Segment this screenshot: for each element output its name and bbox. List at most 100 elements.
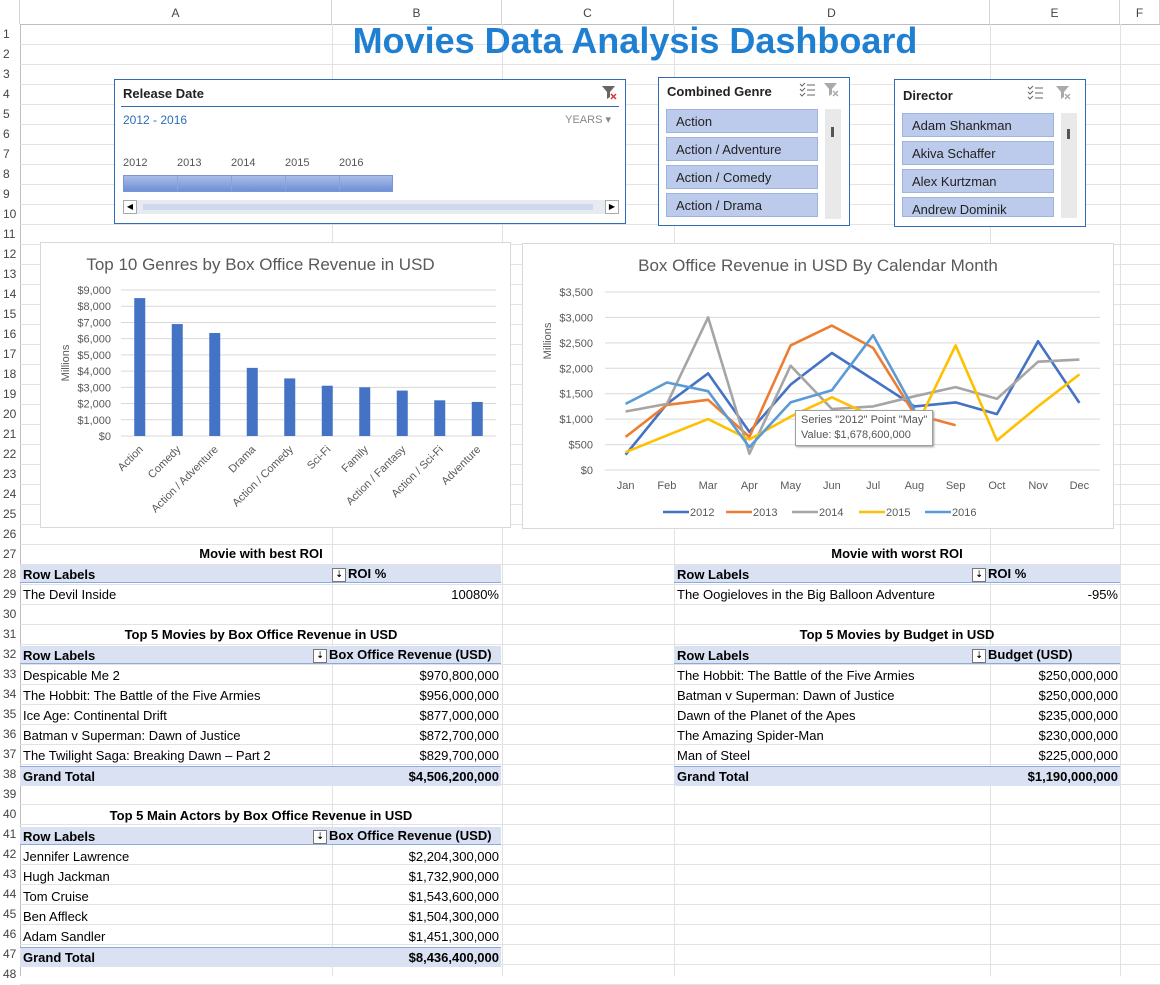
clear-filter-icon[interactable]	[823, 81, 839, 100]
bar[interactable]	[209, 332, 221, 436]
row-header[interactable]: 5	[0, 104, 20, 124]
monthly-line-chart[interactable]: Box Office Revenue in USD By Calendar Mo…	[522, 243, 1114, 529]
row-header[interactable]: 45	[0, 904, 20, 924]
row-header[interactable]: 48	[0, 964, 20, 984]
director-item-andrew-dominik[interactable]: Andrew Dominik	[902, 197, 1054, 217]
row-header[interactable]: 8	[0, 164, 20, 184]
row-header[interactable]: 17	[0, 344, 20, 364]
bar[interactable]	[396, 390, 408, 436]
table-row[interactable]: Dawn of the Planet of the Apes $235,000,0…	[674, 706, 1120, 726]
table-row[interactable]: The Twilight Saga: Breaking Dawn – Part …	[20, 746, 501, 766]
genre-item-action-comedy[interactable]: Action / Comedy	[666, 165, 818, 189]
row-header[interactable]: 9	[0, 184, 20, 204]
clear-filter-icon[interactable]	[1055, 84, 1071, 103]
table-row[interactable]: Ice Age: Continental Drift $877,000,000	[20, 706, 501, 726]
row-header[interactable]: 7	[0, 144, 20, 164]
row-header[interactable]: 29	[0, 584, 20, 604]
filter-icon[interactable]: ⇣	[972, 648, 986, 663]
filter-icon[interactable]: ⇣	[313, 648, 327, 663]
genres-bar-chart[interactable]: Top 10 Genres by Box Office Revenue in U…	[40, 242, 511, 528]
bar[interactable]	[434, 400, 446, 436]
table-row[interactable]: Batman v Superman: Dawn of Justice $250,0…	[674, 686, 1120, 706]
row-header[interactable]: 34	[0, 684, 20, 704]
genre-item-action[interactable]: Action	[666, 109, 818, 133]
table-row[interactable]: Adam Sandler $1,451,300,000	[20, 927, 501, 947]
row-header[interactable]: 46	[0, 924, 20, 944]
bar[interactable]	[246, 367, 258, 436]
timeline-scroll-thumb[interactable]	[143, 204, 593, 210]
row-header[interactable]: 10	[0, 204, 20, 224]
timeline-scrollbar[interactable]: ◀ ▶	[123, 200, 619, 214]
scroll-thumb[interactable]	[1067, 129, 1070, 139]
table-row[interactable]: The Devil Inside 10080%	[20, 585, 501, 605]
row-header[interactable]: 36	[0, 724, 20, 744]
row-header[interactable]: 20	[0, 404, 20, 424]
row-header[interactable]: 22	[0, 444, 20, 464]
combined-genre-slicer[interactable]: Combined Genre Action Action / Adventure…	[658, 77, 850, 226]
row-header[interactable]: 38	[0, 764, 20, 784]
row-header[interactable]: 21	[0, 424, 20, 444]
release-date-timeline[interactable]: Release Date 2012 - 2016 YEARS ▾ 2012 201…	[114, 79, 626, 224]
bar[interactable]	[284, 378, 296, 436]
row-header[interactable]: 26	[0, 524, 20, 544]
row-header[interactable]: 18	[0, 364, 20, 384]
filter-icon[interactable]: ⇣	[332, 567, 346, 582]
row-header[interactable]: 33	[0, 664, 20, 684]
row-header[interactable]: 47	[0, 944, 20, 964]
director-slicer[interactable]: Director Adam Shankman Akiva Schaffer Al…	[894, 79, 1086, 227]
row-header[interactable]: 30	[0, 604, 20, 624]
row-header[interactable]: 15	[0, 304, 20, 324]
row-header[interactable]: 41	[0, 824, 20, 844]
table-row[interactable]: Batman v Superman: Dawn of Justice $872,7…	[20, 726, 501, 746]
row-header[interactable]: 44	[0, 884, 20, 904]
table-row[interactable]: The Oogieloves in the Big Balloon Advent…	[674, 585, 1120, 605]
row-header[interactable]: 37	[0, 744, 20, 764]
row-header[interactable]: 42	[0, 844, 20, 864]
table-row[interactable]: Tom Cruise $1,543,600,000	[20, 887, 501, 907]
genre-scrollbar[interactable]	[825, 109, 841, 219]
multi-select-icon[interactable]	[799, 81, 815, 100]
row-header[interactable]: 39	[0, 784, 20, 804]
genre-item-action-drama[interactable]: Action / Drama	[666, 193, 818, 217]
director-item-akiva-schaffer[interactable]: Akiva Schaffer	[902, 141, 1054, 165]
scroll-right-icon[interactable]: ▶	[605, 200, 619, 214]
row-header[interactable]: 23	[0, 464, 20, 484]
row-header[interactable]: 24	[0, 484, 20, 504]
filter-icon[interactable]: ⇣	[313, 829, 327, 844]
genre-item-action-adventure[interactable]: Action / Adventure	[666, 137, 818, 161]
row-header[interactable]: 35	[0, 704, 20, 724]
bar[interactable]	[171, 324, 183, 436]
row-header[interactable]: 32	[0, 644, 20, 664]
director-item-adam-shankman[interactable]: Adam Shankman	[902, 113, 1054, 137]
scroll-thumb[interactable]	[831, 127, 834, 137]
director-scrollbar[interactable]	[1061, 113, 1077, 218]
table-row[interactable]: Ben Affleck $1,504,300,000	[20, 907, 501, 927]
bar[interactable]	[134, 298, 146, 436]
filter-icon[interactable]: ⇣	[972, 567, 986, 582]
row-header[interactable]: 14	[0, 284, 20, 304]
bar[interactable]	[321, 385, 333, 436]
bar[interactable]	[471, 401, 483, 436]
row-header[interactable]: 11	[0, 224, 20, 244]
row-header[interactable]: 6	[0, 124, 20, 144]
clear-filter-icon[interactable]	[601, 84, 617, 103]
timeline-level-dropdown[interactable]: YEARS ▾	[565, 113, 611, 126]
table-row[interactable]: Despicable Me 2 $970,800,000	[20, 666, 501, 686]
row-header[interactable]: 3	[0, 64, 20, 84]
row-header[interactable]: 19	[0, 384, 20, 404]
bar[interactable]	[359, 387, 371, 436]
row-header[interactable]: 25	[0, 504, 20, 524]
table-row[interactable]: The Hobbit: The Battle of the Five Armie…	[20, 686, 501, 706]
row-header[interactable]: 43	[0, 864, 20, 884]
table-row[interactable]: The Hobbit: The Battle of the Five Armie…	[674, 666, 1120, 686]
row-header[interactable]: 40	[0, 804, 20, 824]
scroll-left-icon[interactable]: ◀	[123, 200, 137, 214]
multi-select-icon[interactable]	[1027, 84, 1043, 103]
timeline-selection-bar[interactable]	[123, 175, 393, 192]
row-header[interactable]: 27	[0, 544, 20, 564]
row-header[interactable]: 16	[0, 324, 20, 344]
row-header[interactable]: 28	[0, 564, 20, 584]
row-header[interactable]: 31	[0, 624, 20, 644]
director-item-alex-kurtzman[interactable]: Alex Kurtzman	[902, 169, 1054, 193]
row-header[interactable]: 4	[0, 84, 20, 104]
